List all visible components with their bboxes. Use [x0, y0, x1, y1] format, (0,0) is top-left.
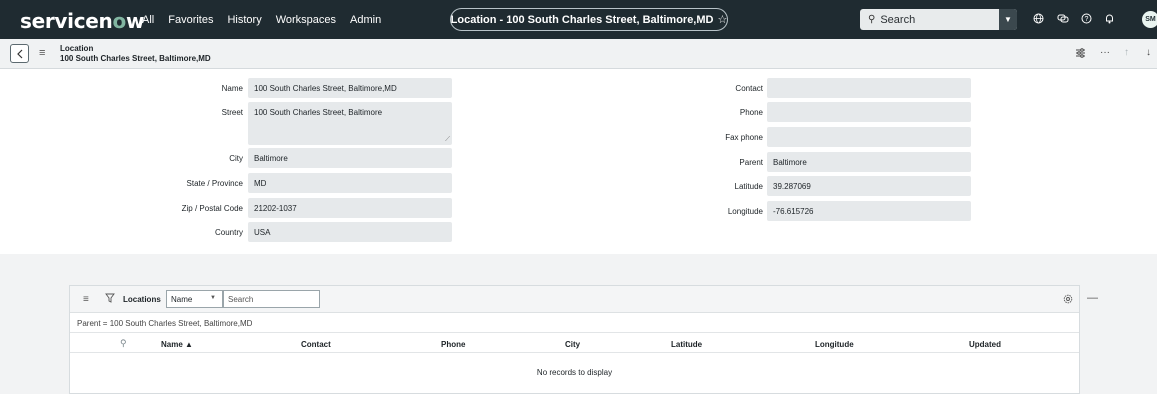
col-phone[interactable]: Phone: [441, 340, 465, 349]
street-label: Street: [221, 108, 243, 117]
street-value: 100 South Charles Street, Baltimore: [254, 108, 383, 117]
nav-all[interactable]: All: [142, 14, 154, 26]
contact-label: Contact: [735, 84, 763, 93]
empty-list-message: No records to display: [536, 368, 613, 377]
chevron-left-icon: [16, 49, 22, 58]
col-updated[interactable]: Updated: [969, 340, 1001, 349]
nav-workspaces[interactable]: Workspaces: [276, 14, 336, 26]
col-latitude[interactable]: Latitude: [671, 340, 702, 349]
col-longitude[interactable]: Longitude: [815, 340, 854, 349]
name-label: Name: [221, 84, 243, 93]
search-icon: ⚲: [868, 14, 876, 25]
longitude-label: Longitude: [727, 207, 763, 216]
context-title: Location - 100 South Charles Street, Bal…: [450, 13, 714, 26]
svg-text:?: ?: [1085, 16, 1089, 23]
related-list-title: Locations: [123, 295, 161, 304]
related-list-search-input[interactable]: Search: [223, 290, 320, 308]
column-search-icon[interactable]: ⚲: [120, 338, 127, 349]
resize-handle-icon[interactable]: ⟋: [445, 136, 450, 144]
city-field[interactable]: Baltimore: [248, 148, 452, 168]
nav-admin[interactable]: Admin: [350, 14, 381, 26]
locations-related-list: ≡ Locations Name ▼ Search — Parent = 100…: [69, 285, 1098, 394]
servicenow-logo[interactable]: servicenow: [20, 9, 144, 33]
contact-field[interactable]: [767, 78, 971, 98]
parent-label: Parent: [739, 158, 763, 167]
col-name[interactable]: Name ▲: [161, 340, 193, 349]
parent-field[interactable]: Baltimore: [767, 152, 971, 172]
search-scope-dropdown[interactable]: ▼: [999, 9, 1017, 30]
col-contact[interactable]: Contact: [301, 340, 331, 349]
user-avatar[interactable]: SM: [1142, 11, 1157, 28]
search-field-value: Name: [171, 295, 193, 304]
chat-icon[interactable]: [1057, 13, 1069, 27]
country-field[interactable]: USA: [248, 222, 452, 242]
nav-links: All Favorites History Workspaces Admin: [142, 14, 395, 26]
gear-icon[interactable]: [1063, 294, 1073, 307]
city-label: City: [229, 154, 243, 163]
nav-favorites[interactable]: Favorites: [168, 14, 213, 26]
arrow-up-icon[interactable]: ↑: [1124, 48, 1129, 58]
filter-icon[interactable]: [105, 293, 115, 306]
search-field-select[interactable]: Name ▼: [166, 290, 223, 308]
fax-phone-label: Fax phone: [725, 133, 763, 142]
global-search-input[interactable]: Search: [880, 14, 999, 26]
top-nav: servicenow All Favorites History Workspa…: [0, 0, 1157, 39]
help-icon[interactable]: ?: [1081, 13, 1092, 27]
zip-label: Zip / Postal Code: [181, 204, 243, 213]
related-list-toolbar: ≡ Locations Name ▼ Search —: [70, 286, 1098, 313]
form-table-name: Location: [60, 44, 94, 53]
global-search[interactable]: ⚲ Search ▼: [860, 9, 1017, 30]
zip-field[interactable]: 21202-1037: [248, 198, 452, 218]
filter-breadcrumb[interactable]: Parent = 100 South Charles Street, Balti…: [77, 319, 252, 328]
fax-phone-field[interactable]: [767, 127, 971, 147]
phone-field[interactable]: [767, 102, 971, 122]
state-label: State / Province: [186, 179, 243, 188]
form-record-name: 100 South Charles Street, Baltimore,MD: [60, 54, 211, 63]
back-button[interactable]: [10, 44, 29, 63]
caret-down-icon: ▼: [210, 295, 216, 301]
street-field[interactable]: 100 South Charles Street, Baltimore ⟋: [248, 102, 452, 145]
context-menu-icon[interactable]: ≡: [39, 47, 45, 59]
longitude-field[interactable]: -76.615726: [767, 201, 971, 221]
col-city[interactable]: City: [565, 340, 580, 349]
phone-label: Phone: [739, 108, 763, 117]
arrow-down-icon[interactable]: ↓: [1146, 48, 1151, 58]
latitude-label: Latitude: [734, 182, 763, 191]
bell-icon[interactable]: [1104, 13, 1115, 27]
name-field[interactable]: 100 South Charles Street, Baltimore,MD: [248, 78, 452, 98]
state-field[interactable]: MD: [248, 173, 452, 193]
more-options-icon[interactable]: ···: [1100, 48, 1110, 58]
personalize-form-icon[interactable]: [1075, 48, 1086, 61]
list-header-row: ⚲ Name ▲ Contact Phone City Latitude Lon…: [70, 332, 1079, 353]
latitude-field[interactable]: 39.287069: [767, 176, 971, 196]
list-menu-icon[interactable]: ≡: [83, 294, 89, 305]
context-title-pill[interactable]: Location - 100 South Charles Street, Bal…: [450, 8, 728, 31]
star-icon[interactable]: ☆: [717, 13, 727, 26]
nav-history[interactable]: History: [227, 14, 261, 26]
globe-icon[interactable]: [1033, 13, 1044, 27]
country-label: Country: [214, 228, 243, 237]
collapse-icon[interactable]: —: [1087, 292, 1098, 304]
